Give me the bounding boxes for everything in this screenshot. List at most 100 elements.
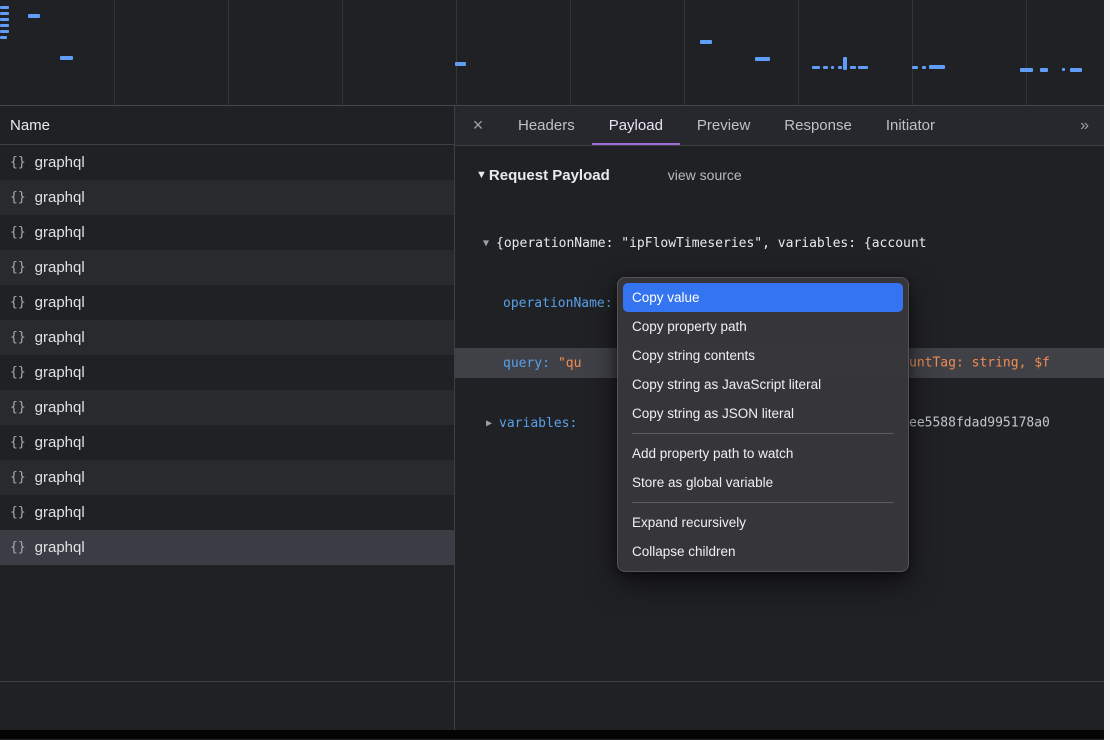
overview-request-bar [823,66,828,69]
object-preview-fragment: ee5588fdad995178a0 [909,416,1050,431]
request-row[interactable]: {} graphql [0,425,454,460]
bottom-black-bar [0,730,1104,739]
tab-initiator[interactable]: Initiator [869,106,952,145]
section-title: Request Payload [489,167,610,184]
json-braces-icon: {} [10,470,26,485]
overview-request-bar [28,14,40,18]
request-payload-section-header[interactable]: ▼ Request Payload view source [455,160,1104,190]
devtools-window: Name {}graphql{}graphql{}graphql{}graphq… [0,0,1110,740]
request-name: graphql [35,469,85,486]
bottom-strip [0,681,1104,730]
request-row[interactable]: {}graphql [0,530,454,565]
overview-gridline [684,0,685,105]
request-list: {} graphql {} graphql {} graphql {} graphql {} gr… [0,145,454,681]
network-overview-timeline[interactable] [0,0,1104,106]
property-value-start: "qu [558,356,581,371]
overview-request-bar [812,66,820,69]
overview-request-bar [455,62,466,66]
overview-request-bar [60,56,73,60]
request-row[interactable]: {}graphql [0,215,454,250]
request-row[interactable]: {} graphql [0,320,454,355]
overview-request-bar [1070,68,1082,72]
more-tabs-icon[interactable]: » [1064,106,1104,145]
overview-request-bar [831,66,834,69]
devtools-network-panel: Name {}graphql{}graphql{}graphql{}graphq… [0,0,1104,740]
overview-request-bar [1040,68,1048,72]
overview-gridline [798,0,799,105]
section-expander-icon[interactable]: ▼ [476,169,487,181]
name-column-header[interactable]: Name [0,106,454,145]
menu-item-copy-property-path[interactable]: Copy property path [618,312,908,341]
json-braces-icon: {} [10,330,26,345]
menu-item-add-property-path-to-watch[interactable]: Add property path to watch [618,439,908,468]
overview-request-bar [755,57,770,61]
request-row[interactable]: {}graphql [0,180,454,215]
details-tab-bar: × HeadersPayloadPreviewResponseInitiator… [455,106,1104,146]
request-name: graphql [35,539,85,556]
overview-request-bar [0,18,9,21]
overview-request-bar [922,66,926,69]
expander-icon[interactable]: ▼ [483,238,489,249]
overview-request-bar [858,66,868,69]
overview-request-bar [0,36,7,39]
overview-gridline [114,0,115,105]
overview-gridline [570,0,571,105]
json-braces-icon: {} [10,400,26,415]
request-row[interactable]: {} graphql [0,460,454,495]
overview-gridline [342,0,343,105]
request-name: graphql [35,434,85,451]
context-menu: Copy valueCopy property pathCopy string … [617,277,909,572]
request-name: graphql [35,259,85,276]
menu-item-copy-string-as-javascript-literal[interactable]: Copy string as JavaScript literal [618,370,908,399]
menu-item-collapse-children[interactable]: Collapse children [618,537,908,566]
request-row[interactable]: {} graphql [0,145,454,180]
overview-gridline [912,0,913,105]
menu-item-copy-value[interactable]: Copy value [623,283,903,312]
request-row[interactable]: {}graphql [0,495,454,530]
request-row[interactable]: {} graphql [0,355,454,390]
json-braces-icon: {} [10,435,26,450]
view-source-link[interactable]: view source [668,167,742,183]
tab-headers[interactable]: Headers [501,106,592,145]
request-row[interactable]: {}graphql [0,285,454,320]
request-row[interactable]: {} graphql [0,390,454,425]
request-row[interactable]: {} graphql [0,250,454,285]
json-braces-icon: {} [10,260,26,275]
menu-item-copy-string-contents[interactable]: Copy string contents [618,341,908,370]
network-split-view: Name {}graphql{}graphql{}graphql{}graphq… [0,106,1104,681]
menu-divider [632,433,894,434]
menu-item-store-as-global-variable[interactable]: Store as global variable [618,468,908,497]
overview-request-bar [838,66,842,69]
overview-request-bar [0,12,9,15]
json-braces-icon: {} [10,155,26,170]
menu-item-copy-string-as-json-literal[interactable]: Copy string as JSON literal [618,399,908,428]
close-icon[interactable]: × [455,106,501,145]
tab-preview[interactable]: Preview [680,106,767,145]
tree-row-root[interactable]: ▼{operationName: "ipFlowTimeseries", var… [455,228,1104,258]
overview-request-bar [929,65,945,69]
expander-icon[interactable]: ▶ [486,418,492,429]
overview-request-bar [700,40,712,44]
request-table: Name {}graphql{}graphql{}graphql{}graphq… [0,106,455,681]
overview-gridline [456,0,457,105]
request-name: graphql [35,154,85,171]
request-name: graphql [35,364,85,381]
request-name: graphql [35,399,85,416]
overview-gridline [228,0,229,105]
request-name: graphql [35,189,85,206]
request-name: graphql [35,329,85,346]
json-braces-icon: {} [10,365,26,380]
menu-item-expand-recursively[interactable]: Expand recursively [618,508,908,537]
overview-request-bar [0,30,9,33]
menu-divider [632,502,894,503]
request-name: graphql [35,294,85,311]
request-name: graphql [35,224,85,241]
name-column-label: Name [10,117,50,134]
overview-request-bar [0,6,9,9]
property-key: operationName: [503,296,613,311]
tab-payload[interactable]: Payload [592,106,680,145]
tabs-container: HeadersPayloadPreviewResponseInitiator [501,106,952,145]
tab-response[interactable]: Response [767,106,869,145]
bottom-strip-left [0,682,455,730]
overview-request-bar [843,57,847,70]
